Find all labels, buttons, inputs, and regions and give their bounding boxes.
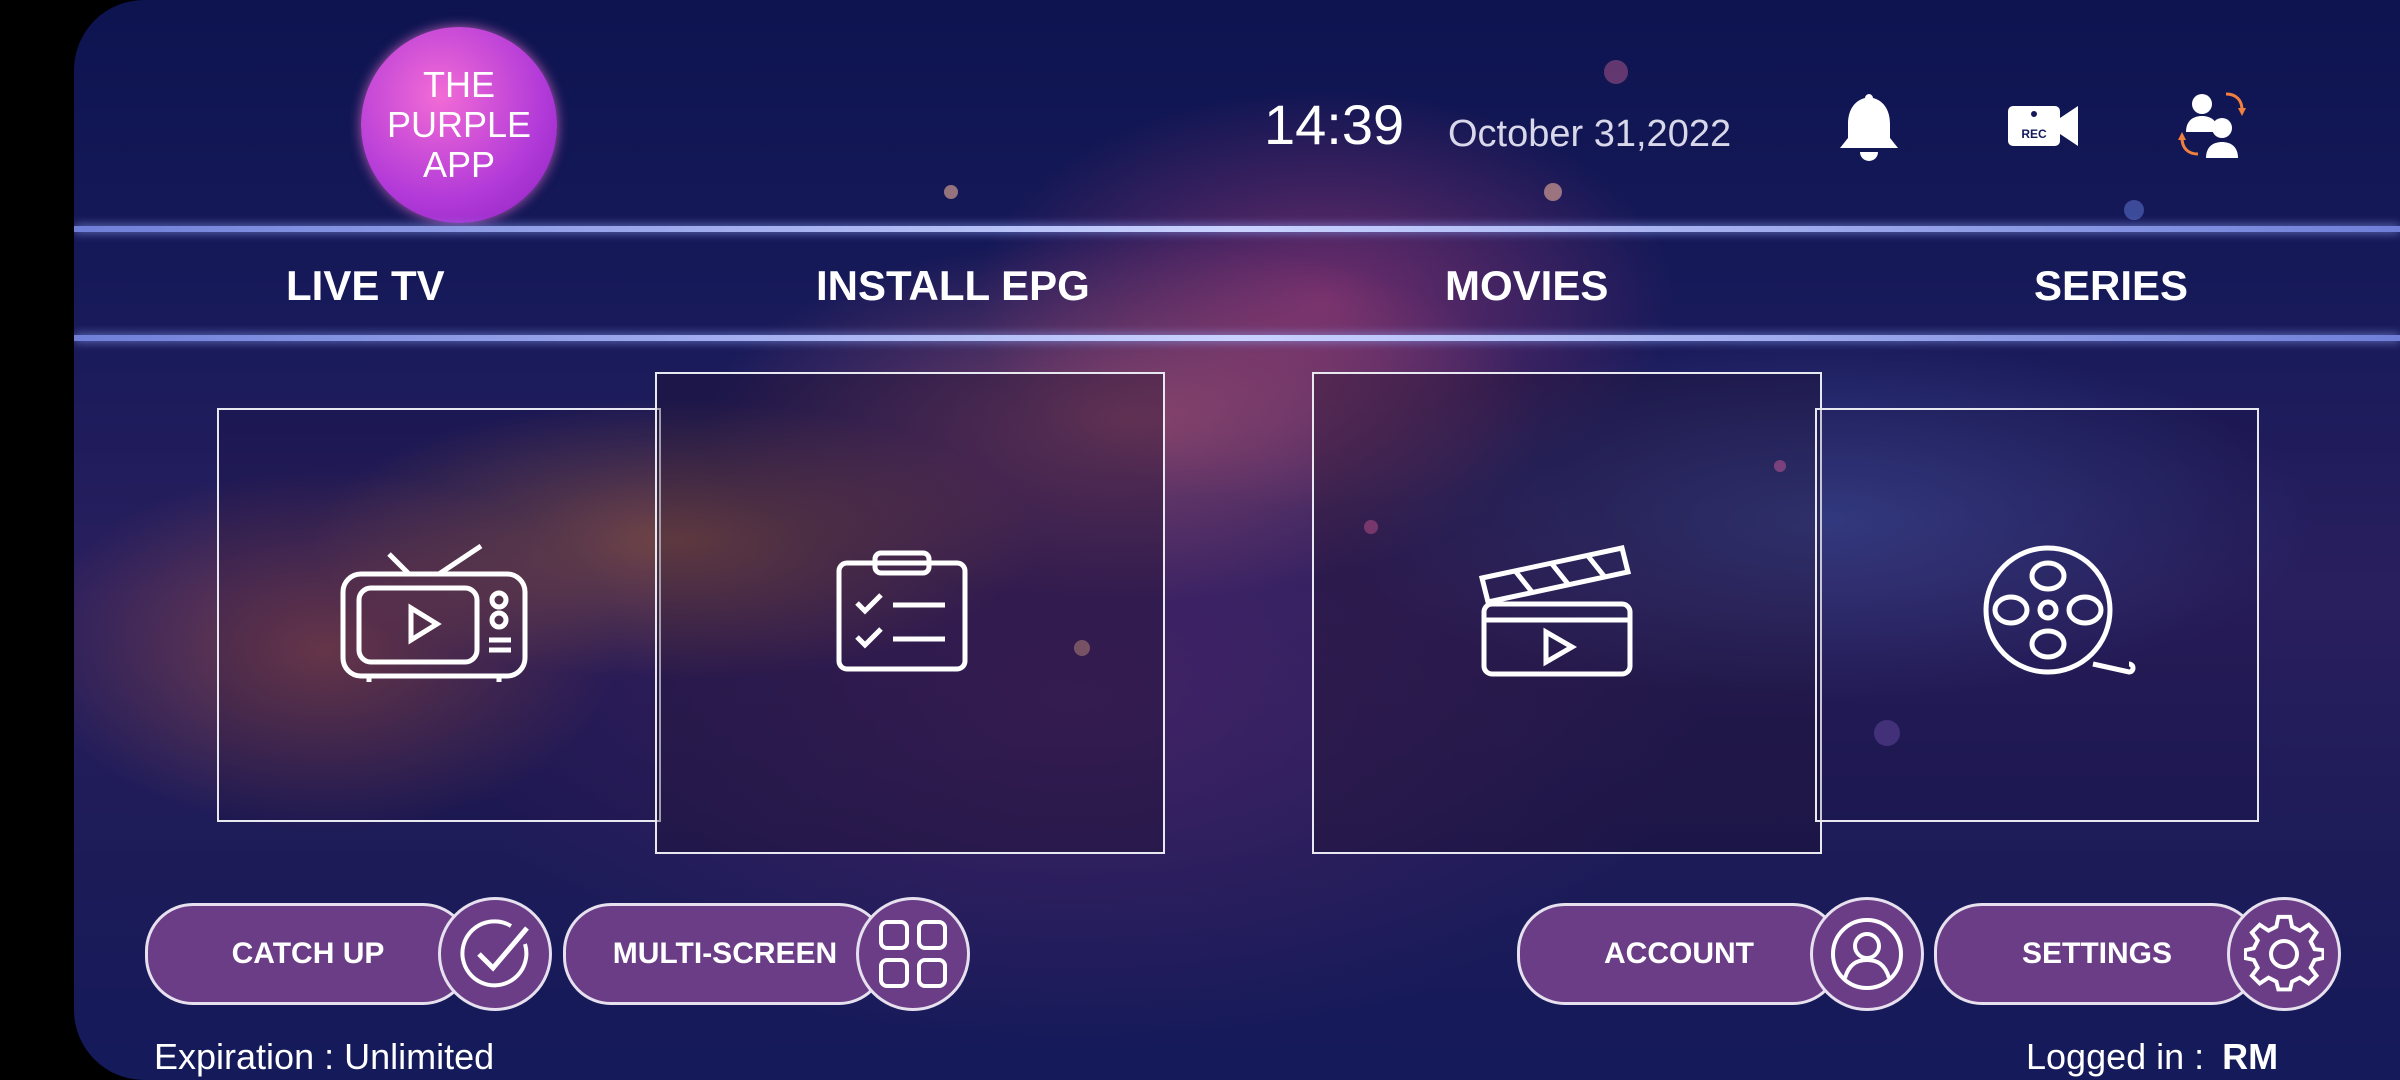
switch-user-icon[interactable]: [2178, 88, 2250, 165]
multi-screen-label: MULTI-SCREEN: [612, 937, 838, 970]
logo-line: APP: [422, 144, 496, 185]
rec-camera-icon[interactable]: REC: [2006, 100, 2080, 155]
bokeh: [1604, 60, 1628, 84]
catch-up-label: CATCH UP: [231, 937, 385, 970]
bell-icon[interactable]: [1836, 90, 1902, 167]
logged-in-status: Logged in : RM: [2026, 1036, 2278, 1078]
expiration-text: Expiration : Unlimited: [154, 1036, 495, 1077]
grid-icon: [879, 920, 947, 988]
nav-series[interactable]: SERIES: [2034, 262, 2188, 310]
tv-icon: [340, 544, 528, 682]
clipboard-checklist-icon: [836, 550, 968, 672]
multi-screen-icon-circle: [856, 897, 970, 1011]
account-label: ACCOUNT: [1604, 937, 1754, 970]
clapperboard-icon: [1478, 545, 1633, 677]
tile-live-tv[interactable]: [217, 408, 661, 822]
bokeh: [2124, 200, 2144, 220]
home-screen: THE PURPLE APP 14:39 October 31,2022 REC: [74, 0, 2400, 1080]
logged-in-user: RM: [2222, 1036, 2279, 1077]
nav-top-line: [74, 226, 2400, 232]
logo-line: THE: [423, 64, 495, 105]
check-circle-icon: [460, 919, 529, 988]
catch-up-button[interactable]: CATCH UP: [145, 897, 552, 1011]
account-button[interactable]: ACCOUNT: [1517, 897, 1924, 1011]
tile-movies[interactable]: [1312, 372, 1822, 854]
multi-screen-button[interactable]: MULTI-SCREEN: [563, 897, 970, 1011]
tile-install-epg[interactable]: [655, 372, 1165, 854]
settings-label: SETTINGS: [2021, 937, 2172, 970]
clock: 14:39: [1264, 93, 1405, 156]
logo-line: PURPLE: [386, 104, 532, 145]
date: October 31,2022: [1448, 113, 1732, 155]
nav-live-tv[interactable]: LIVE TV: [286, 262, 445, 310]
gear-icon: [2244, 914, 2324, 992]
film-reel-icon: [1983, 545, 2136, 675]
user-icon: [1831, 918, 1903, 990]
settings-icon-circle: [2227, 897, 2341, 1011]
nav-install-epg[interactable]: INSTALL EPG: [816, 262, 1090, 310]
nav-movies[interactable]: MOVIES: [1445, 262, 1608, 310]
tile-series[interactable]: [1815, 408, 2259, 822]
account-icon-circle: [1810, 897, 1924, 1011]
catch-up-icon-circle: [438, 897, 552, 1011]
app-logo: THE PURPLE APP: [361, 27, 557, 223]
bokeh: [944, 185, 958, 199]
nav-bottom-line: [74, 335, 2400, 341]
settings-button[interactable]: SETTINGS: [1934, 897, 2341, 1011]
bokeh: [1544, 183, 1562, 201]
rec-label: REC: [2021, 127, 2047, 141]
logged-in-label: Logged in :: [2026, 1036, 2205, 1077]
